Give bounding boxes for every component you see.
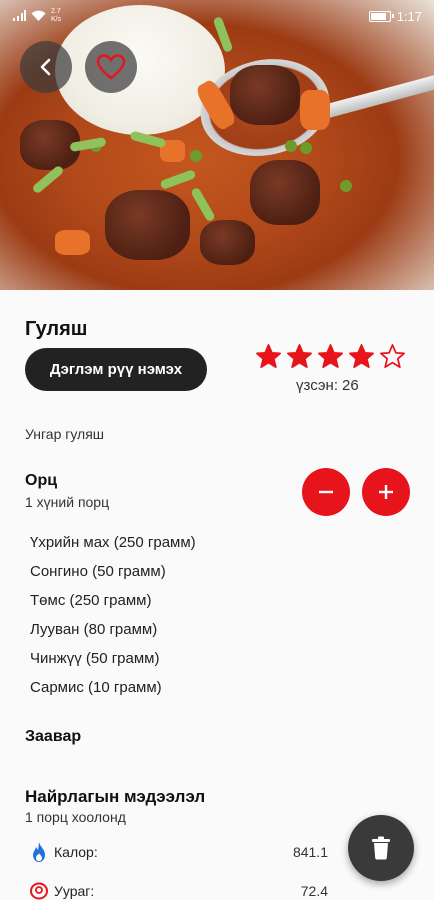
views-label: үзсэн: (296, 377, 338, 394)
add-to-diet-button[interactable]: Дэглэм рүү нэмэх (25, 348, 207, 391)
ingredients-heading: Орц (25, 472, 58, 489)
carrot-piece (300, 90, 330, 130)
ingredient-item: Сармис (10 грамм) (30, 679, 162, 696)
nutrition-value: 72.4 (300, 883, 328, 899)
heart-icon (96, 54, 126, 80)
back-button[interactable] (20, 41, 72, 93)
fire-icon (28, 841, 50, 863)
portion-label: 1 хүний порц (25, 494, 110, 510)
nutrition-row-protein: Уураг: 72.4 (28, 878, 328, 900)
clock: 1:17 (396, 8, 422, 24)
meat-piece (250, 160, 320, 225)
recipe-subtitle: Унгар гуляш (25, 426, 105, 442)
nutrition-subheading: 1 порц хоолонд (25, 809, 126, 825)
green-onion (190, 186, 216, 223)
wifi-icon (31, 10, 46, 21)
status-bar: 2.7 K/s 1:17 (0, 0, 434, 32)
recipe-title: Гуляш (25, 318, 88, 340)
nutrition-label: Уураг: (54, 883, 95, 899)
star-filled-icon[interactable] (286, 343, 313, 370)
star-filled-icon[interactable] (348, 343, 375, 370)
favorite-button[interactable] (85, 41, 137, 93)
rating-stars[interactable] (255, 343, 406, 370)
ingredient-item: Чинжүү (50 грамм) (30, 650, 160, 667)
nutrition-heading: Найрлагын мэдээлэл (25, 787, 206, 806)
star-filled-icon[interactable] (255, 343, 282, 370)
meat-piece (105, 190, 190, 260)
pea (190, 150, 202, 162)
protein-icon (28, 880, 50, 900)
increase-portion-button[interactable] (362, 468, 410, 516)
ingredient-item: Сонгино (50 грамм) (30, 563, 166, 580)
pea (340, 180, 352, 192)
ingredient-item: Үхрийн мах (250 грамм) (30, 534, 196, 551)
nutrition-row-calories: Калор: 841.1 (28, 839, 328, 865)
nutrition-value: 841.1 (292, 844, 328, 860)
star-empty-icon[interactable] (379, 343, 406, 370)
trash-icon (372, 836, 390, 860)
network-speed: 2.7 K/s (51, 8, 62, 23)
views-value: 26 (341, 377, 359, 394)
nutrition-label: Калор: (54, 844, 98, 860)
meat-piece (230, 65, 300, 125)
green-onion (159, 169, 197, 190)
plus-icon (379, 485, 393, 499)
decrease-portion-button[interactable] (302, 468, 350, 516)
instructions-heading[interactable]: Заавар (25, 728, 81, 746)
minus-icon (319, 490, 333, 494)
carrot-piece (55, 230, 90, 255)
ingredient-list: Үхрийн мах (250 грамм) Сонгино (50 грамм… (30, 533, 196, 707)
signal-icon (13, 10, 26, 21)
recipe-hero-image (0, 0, 434, 290)
ingredient-item: Лууван (80 грамм) (30, 621, 158, 638)
star-filled-icon[interactable] (317, 343, 344, 370)
pea (300, 142, 312, 154)
ingredient-item: Төмс (250 грамм) (30, 592, 152, 609)
pea (285, 140, 297, 152)
views-count: үзсэн: 26 (296, 377, 359, 394)
meat-piece (200, 220, 255, 265)
battery-icon (368, 10, 394, 22)
chevron-left-icon (40, 58, 51, 76)
delete-button[interactable] (348, 815, 414, 881)
